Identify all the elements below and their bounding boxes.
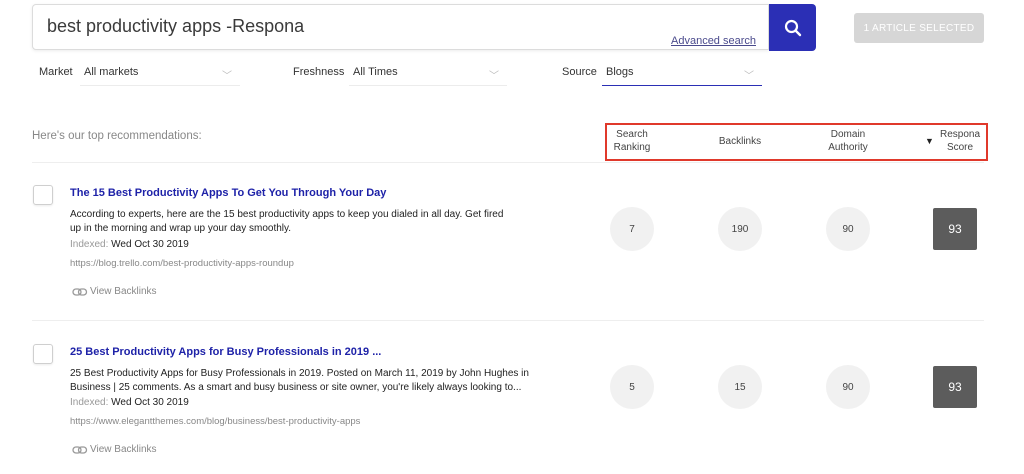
freshness-value: All Times	[353, 66, 398, 78]
articles-selected-button[interactable]: 1 ARTICLE SELECTED	[854, 13, 984, 43]
search-ranking-value: 7	[610, 207, 654, 251]
search-box: Advanced search	[32, 4, 769, 50]
article-description: According to experts, here are the 15 be…	[70, 209, 504, 234]
article-title[interactable]: 25 Best Productivity Apps for Busy Profe…	[70, 346, 381, 358]
article-title[interactable]: The 15 Best Productivity Apps To Get You…	[70, 187, 386, 199]
backlinks-value: 15	[718, 365, 762, 409]
chevron-down-icon: ﹀	[489, 71, 499, 82]
source-label: Source	[562, 66, 597, 78]
advanced-search-link[interactable]: Advanced search	[671, 35, 756, 47]
source-value: Blogs	[606, 66, 634, 78]
chevron-down-icon: ﹀	[222, 71, 232, 82]
article-description: 25 Best Productivity Apps for Busy Profe…	[70, 368, 529, 393]
source-select[interactable]: Blogs ﹀	[602, 62, 762, 86]
market-value: All markets	[84, 66, 139, 78]
article-indexed: Indexed: Wed Oct 30 2019	[70, 239, 189, 250]
column-backlinks[interactable]: Backlinks	[710, 135, 770, 148]
freshness-select[interactable]: All Times ﹀	[349, 62, 507, 86]
column-domain-authority[interactable]: Domain Authority	[820, 128, 876, 154]
respona-score-value: 93	[933, 366, 977, 408]
column-search-ranking[interactable]: Search Ranking	[609, 128, 655, 154]
search-icon	[784, 19, 801, 36]
article-url[interactable]: https://www.elegantthemes.com/blog/busin…	[70, 416, 360, 427]
search-ranking-value: 5	[610, 365, 654, 409]
recommendations-label: Here's our top recommendations:	[32, 130, 202, 142]
freshness-label: Freshness	[293, 66, 345, 78]
respona-score-value: 93	[933, 208, 977, 250]
market-select[interactable]: All markets ﹀	[80, 62, 240, 86]
market-label: Market	[39, 66, 73, 78]
search-button[interactable]	[769, 4, 816, 51]
view-backlinks-link[interactable]: View Backlinks	[72, 444, 157, 455]
article-checkbox[interactable]	[33, 344, 53, 364]
link-icon	[72, 287, 88, 296]
sort-desc-icon[interactable]: ▼	[925, 136, 934, 146]
backlinks-value: 190	[718, 207, 762, 251]
article-url[interactable]: https://blog.trello.com/best-productivit…	[70, 258, 294, 269]
chevron-down-icon: ﹀	[744, 71, 754, 82]
link-icon	[72, 445, 88, 454]
article-checkbox[interactable]	[33, 185, 53, 205]
divider	[32, 320, 984, 321]
domain-authority-value: 90	[826, 207, 870, 251]
domain-authority-value: 90	[826, 365, 870, 409]
divider	[32, 162, 984, 163]
view-backlinks-link[interactable]: View Backlinks	[72, 286, 157, 297]
search-input[interactable]	[45, 15, 649, 38]
article-indexed: Indexed: Wed Oct 30 2019	[70, 397, 189, 408]
column-respona-score[interactable]: Respona Score	[936, 128, 984, 154]
